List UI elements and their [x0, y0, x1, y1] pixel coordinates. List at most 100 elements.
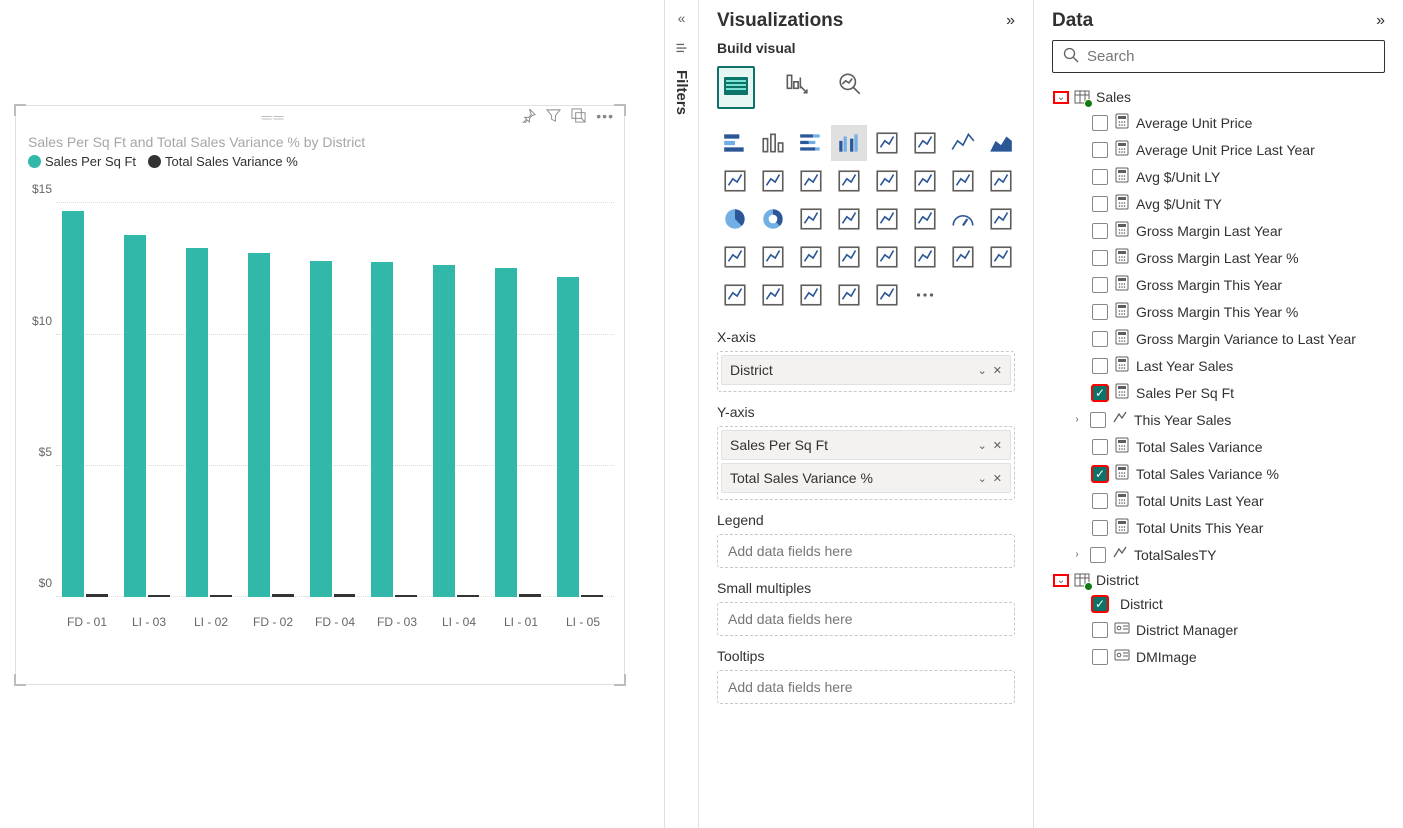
field-checkbox[interactable] — [1092, 331, 1108, 347]
field-row[interactable]: Total Sales Variance — [1052, 433, 1385, 460]
field-checkbox[interactable] — [1092, 196, 1108, 212]
field-checkbox[interactable] — [1092, 142, 1108, 158]
well-item[interactable]: District⌄✕ — [721, 355, 1011, 385]
field-row[interactable]: DMImage — [1052, 643, 1385, 670]
filter-icon[interactable] — [546, 108, 561, 126]
field-row[interactable]: Total Units Last Year — [1052, 487, 1385, 514]
viz-type-pie[interactable] — [717, 201, 753, 237]
bar-chart-icon[interactable]: ılı — [673, 43, 689, 54]
bar-group[interactable] — [242, 177, 300, 597]
table-district[interactable]: ⌄District — [1052, 568, 1385, 592]
more-icon[interactable]: ••• — [596, 108, 614, 126]
field-checkbox[interactable] — [1092, 223, 1108, 239]
chevron-right-icon[interactable]: › — [1070, 414, 1084, 425]
viz-type-slicer[interactable] — [793, 239, 829, 275]
analytics-icon[interactable] — [837, 71, 863, 104]
viz-type-bar-clustered-100[interactable] — [907, 125, 943, 161]
field-row[interactable]: Total Units This Year — [1052, 514, 1385, 541]
field-row[interactable]: ›This Year Sales — [1052, 406, 1385, 433]
bar-group[interactable] — [304, 177, 362, 597]
field-row[interactable]: Gross Margin Last Year — [1052, 217, 1385, 244]
field-row[interactable]: Gross Margin Last Year % — [1052, 244, 1385, 271]
field-row[interactable]: Avg $/Unit TY — [1052, 190, 1385, 217]
expand-icon[interactable]: » — [1006, 12, 1015, 30]
viz-type-line[interactable] — [945, 125, 981, 161]
chevron-right-icon[interactable]: › — [1070, 549, 1084, 560]
viz-type-key-influencers[interactable] — [983, 239, 1019, 275]
well-item[interactable]: Total Sales Variance %⌄✕ — [721, 463, 1011, 493]
viz-type-line-stacked[interactable] — [717, 163, 753, 199]
viz-type-azure-map[interactable] — [907, 201, 943, 237]
remove-icon[interactable]: ✕ — [993, 472, 1002, 485]
viz-type-waterfall[interactable] — [907, 163, 943, 199]
viz-type-ribbon[interactable] — [869, 163, 905, 199]
viz-type-matrix[interactable] — [869, 239, 905, 275]
chevron-down-icon[interactable]: ⌄ — [978, 439, 987, 452]
table-sales[interactable]: ⌄Sales — [1052, 85, 1385, 109]
viz-type-py-visual[interactable] — [945, 239, 981, 275]
field-checkbox[interactable] — [1092, 358, 1108, 374]
viz-type-table[interactable] — [831, 239, 867, 275]
viz-type-scatter[interactable] — [983, 163, 1019, 199]
chevron-down-icon[interactable]: ⌄ — [978, 364, 987, 377]
search-input[interactable] — [1087, 48, 1374, 65]
field-checkbox[interactable] — [1092, 520, 1108, 536]
drag-handle-icon[interactable]: ══ — [26, 109, 521, 125]
remove-icon[interactable]: ✕ — [993, 439, 1002, 452]
viz-type-clustered-bar-v[interactable] — [755, 125, 791, 161]
viz-type-automate[interactable] — [869, 277, 905, 313]
viz-type-bar-line-2[interactable] — [831, 163, 867, 199]
report-canvas[interactable]: ══ ••• Sales Per Sq Ft and Total Sales V… — [0, 0, 664, 828]
viz-type-map[interactable] — [831, 201, 867, 237]
bar-group[interactable] — [118, 177, 176, 597]
field-row[interactable]: ✓Total Sales Variance % — [1052, 460, 1385, 487]
field-row[interactable]: Gross Margin Variance to Last Year — [1052, 325, 1385, 352]
viz-type-powerapps[interactable] — [831, 277, 867, 313]
viz-type-multi-row[interactable] — [717, 239, 753, 275]
bar-group[interactable] — [56, 177, 114, 597]
filters-label[interactable]: Filters — [673, 70, 690, 115]
field-row[interactable]: Gross Margin This Year % — [1052, 298, 1385, 325]
field-checkbox[interactable] — [1092, 169, 1108, 185]
field-checkbox[interactable] — [1092, 250, 1108, 266]
field-checkbox[interactable] — [1092, 622, 1108, 638]
build-visual-icon[interactable] — [717, 66, 755, 109]
well-item[interactable]: Sales Per Sq Ft⌄✕ — [721, 430, 1011, 460]
field-row[interactable]: Gross Margin This Year — [1052, 271, 1385, 298]
field-checkbox[interactable] — [1092, 277, 1108, 293]
viz-type-stacked-bar-h[interactable] — [717, 125, 753, 161]
viz-type-qa[interactable] — [755, 277, 791, 313]
xaxis-well[interactable]: District⌄✕ — [717, 351, 1015, 392]
viz-type-kpi[interactable] — [755, 239, 791, 275]
field-checkbox[interactable] — [1092, 649, 1108, 665]
expand-icon[interactable]: » — [1376, 12, 1385, 30]
tooltips-well[interactable]: Add data fields here — [717, 670, 1015, 704]
bar-group[interactable] — [365, 177, 423, 597]
field-checkbox[interactable]: ✓ — [1092, 596, 1108, 612]
viz-type-clustered-column[interactable] — [831, 125, 867, 161]
search-box[interactable] — [1052, 40, 1385, 73]
viz-type-funnel[interactable] — [945, 163, 981, 199]
viz-type-donut[interactable] — [755, 201, 791, 237]
filters-rail[interactable]: « ılı Filters — [664, 0, 698, 828]
field-row[interactable]: District Manager — [1052, 616, 1385, 643]
viz-type-filled-map[interactable] — [869, 201, 905, 237]
bar-group[interactable] — [180, 177, 238, 597]
format-visual-icon[interactable] — [783, 71, 809, 104]
chart-visual[interactable]: ══ ••• Sales Per Sq Ft and Total Sales V… — [15, 105, 625, 685]
viz-type-stacked-column-100[interactable] — [869, 125, 905, 161]
legend-well[interactable]: Add data fields here — [717, 534, 1015, 568]
viz-type-gauge[interactable] — [945, 201, 981, 237]
field-checkbox[interactable] — [1092, 115, 1108, 131]
viz-type-stacked-bar-v[interactable] — [793, 125, 829, 161]
field-checkbox[interactable] — [1090, 412, 1106, 428]
field-row[interactable]: ›TotalSalesTY — [1052, 541, 1385, 568]
viz-type-more[interactable] — [907, 277, 943, 313]
field-checkbox[interactable] — [1092, 304, 1108, 320]
viz-type-line-clustered[interactable] — [755, 163, 791, 199]
chevron-down-icon[interactable]: ⌄ — [978, 472, 987, 485]
viz-type-card[interactable] — [983, 201, 1019, 237]
field-row[interactable]: ✓District — [1052, 592, 1385, 616]
field-row[interactable]: Last Year Sales — [1052, 352, 1385, 379]
chevron-down-icon[interactable]: ⌄ — [1054, 92, 1068, 103]
